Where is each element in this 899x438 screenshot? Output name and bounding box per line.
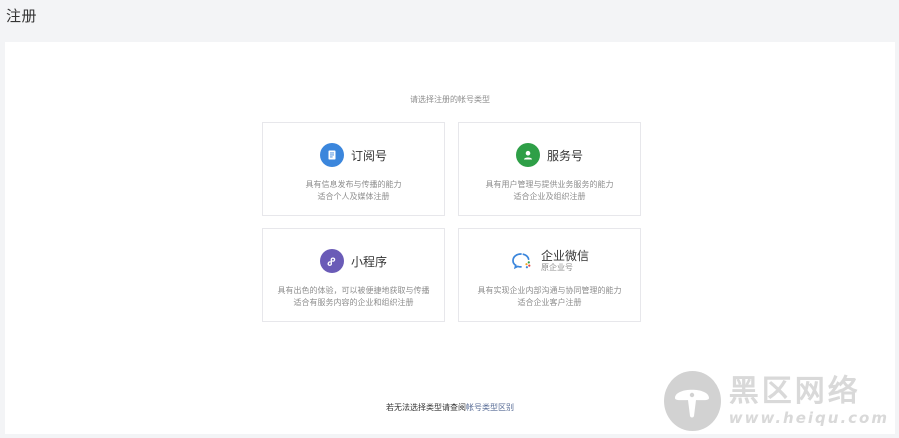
mushroom-logo-icon: [664, 371, 721, 431]
card-title: 服务号: [546, 148, 583, 163]
card-desc-line: 适合个人及媒体注册: [317, 192, 390, 201]
card-header: 小程序: [263, 249, 444, 273]
document-icon: [319, 143, 344, 167]
work-wechat-icon: [510, 249, 534, 273]
card-mini-program[interactable]: 小程序 具有出色的体验，可以被便捷地获取与传播 适合有服务内容的企业和组织注册: [262, 228, 445, 322]
watermark: 黑区网络 www.heiqu.com: [664, 368, 889, 434]
card-desc-line: 具有出色的体验，可以被便捷地获取与传播: [277, 286, 430, 295]
card-desc-line: 适合有服务内容的企业和组织注册: [293, 298, 414, 307]
card-service-account[interactable]: 服务号 具有用户管理与提供业务服务的能力 适合企业及组织注册: [458, 122, 641, 216]
card-title: 订阅号: [350, 148, 387, 163]
card-subscription-account[interactable]: 订阅号 具有信息发布与传播的能力 适合个人及媒体注册: [262, 122, 445, 216]
user-icon: [515, 143, 540, 167]
card-work-wechat[interactable]: 企业微信 原企业号 具有实现企业内部沟通与协同管理的能力 适合企业客户注册: [458, 228, 641, 322]
watermark-brand: 黑区网络: [728, 374, 861, 409]
watermark-url: www.heiqu.com: [728, 409, 889, 427]
card-subtitle: 原企业号: [540, 263, 573, 273]
watermark-text: 黑区网络 www.heiqu.com: [728, 374, 889, 428]
card-title: 企业微信: [540, 248, 589, 263]
card-desc-line: 适合企业客户注册: [517, 298, 582, 307]
account-type-difference-link[interactable]: 帐号类型区别: [466, 403, 514, 412]
card-title: 小程序: [350, 254, 387, 269]
card-description: 具有用户管理与提供业务服务的能力 适合企业及组织注册: [459, 179, 640, 203]
card-header: 订阅号: [263, 143, 444, 167]
account-type-prompt: 请选择注册的帐号类型: [410, 95, 490, 104]
card-header: 服务号: [459, 143, 640, 167]
card-description: 具有实现企业内部沟通与协同管理的能力 适合企业客户注册: [459, 285, 640, 309]
card-desc-line: 适合企业及组织注册: [513, 192, 586, 201]
card-desc-line: 具有实现企业内部沟通与协同管理的能力: [477, 286, 622, 295]
card-header: 企业微信 原企业号: [459, 249, 640, 273]
card-title-group: 企业微信 原企业号: [540, 248, 589, 273]
card-desc-line: 具有用户管理与提供业务服务的能力: [485, 180, 614, 189]
card-desc-line: 具有信息发布与传播的能力: [305, 180, 402, 189]
card-description: 具有信息发布与传播的能力 适合个人及媒体注册: [263, 179, 444, 203]
miniprogram-icon: [319, 249, 344, 273]
footer-note-text: 若无法选择类型请查阅: [386, 403, 466, 412]
page-title: 注册: [6, 7, 38, 25]
card-description: 具有出色的体验，可以被便捷地获取与传播 适合有服务内容的企业和组织注册: [263, 285, 444, 309]
